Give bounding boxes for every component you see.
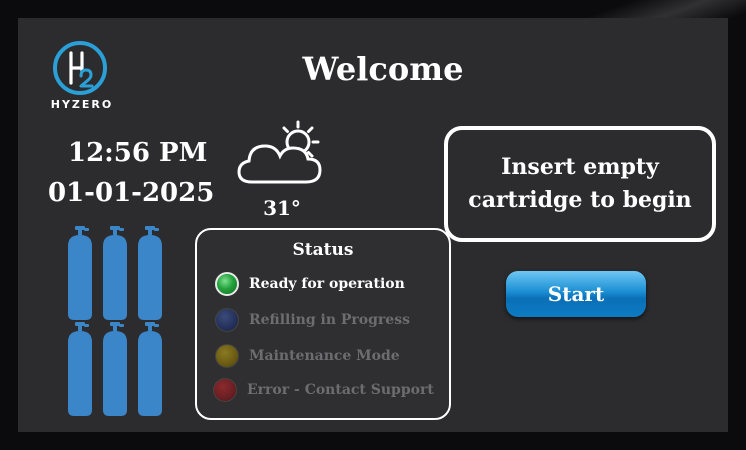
kiosk-screen: HYZERO Welcome 12:56 PM 01-01-2025 31° I… <box>18 18 728 432</box>
status-item-maintenance: Maintenance Mode <box>215 342 400 370</box>
status-label: Error - Contact Support <box>247 382 434 398</box>
page-title: Welcome <box>302 50 464 88</box>
prompt-line-2: cartridge to begin <box>468 187 692 213</box>
insert-cartridge-prompt: Insert empty cartridge to begin <box>444 126 716 242</box>
status-label: Maintenance Mode <box>249 348 400 364</box>
status-item-error: Error - Contact Support <box>213 376 434 404</box>
status-title: Status <box>292 240 354 260</box>
brand-name: HYZERO <box>50 98 114 111</box>
tank-icon <box>103 226 127 320</box>
tank-icon <box>138 226 162 320</box>
yellow-indicator-icon <box>215 344 239 368</box>
status-item-ready: Ready for operation <box>215 270 405 298</box>
partly-cloudy-icon <box>237 120 322 184</box>
status-item-refilling: Refilling in Progress <box>215 306 410 334</box>
status-panel: Status Ready for operation Refilling in … <box>195 228 451 420</box>
prompt-line-1: Insert empty <box>501 154 659 180</box>
blue-indicator-icon <box>215 308 239 332</box>
hydrogen-tanks-illustration <box>68 226 162 416</box>
clock-time: 12:56 PM <box>68 138 208 168</box>
tank-icon <box>138 322 162 416</box>
tank-icon <box>103 322 127 416</box>
hyzero-logo-icon <box>53 41 107 95</box>
temperature: 31° <box>263 196 301 220</box>
clock-date: 01-01-2025 <box>48 178 215 208</box>
green-indicator-icon <box>215 272 239 296</box>
tank-icon <box>68 226 92 320</box>
status-label: Ready for operation <box>249 276 405 292</box>
status-label: Refilling in Progress <box>249 312 410 328</box>
red-indicator-icon <box>213 378 237 402</box>
tank-icon <box>68 322 92 416</box>
start-button[interactable]: Start <box>506 271 646 317</box>
